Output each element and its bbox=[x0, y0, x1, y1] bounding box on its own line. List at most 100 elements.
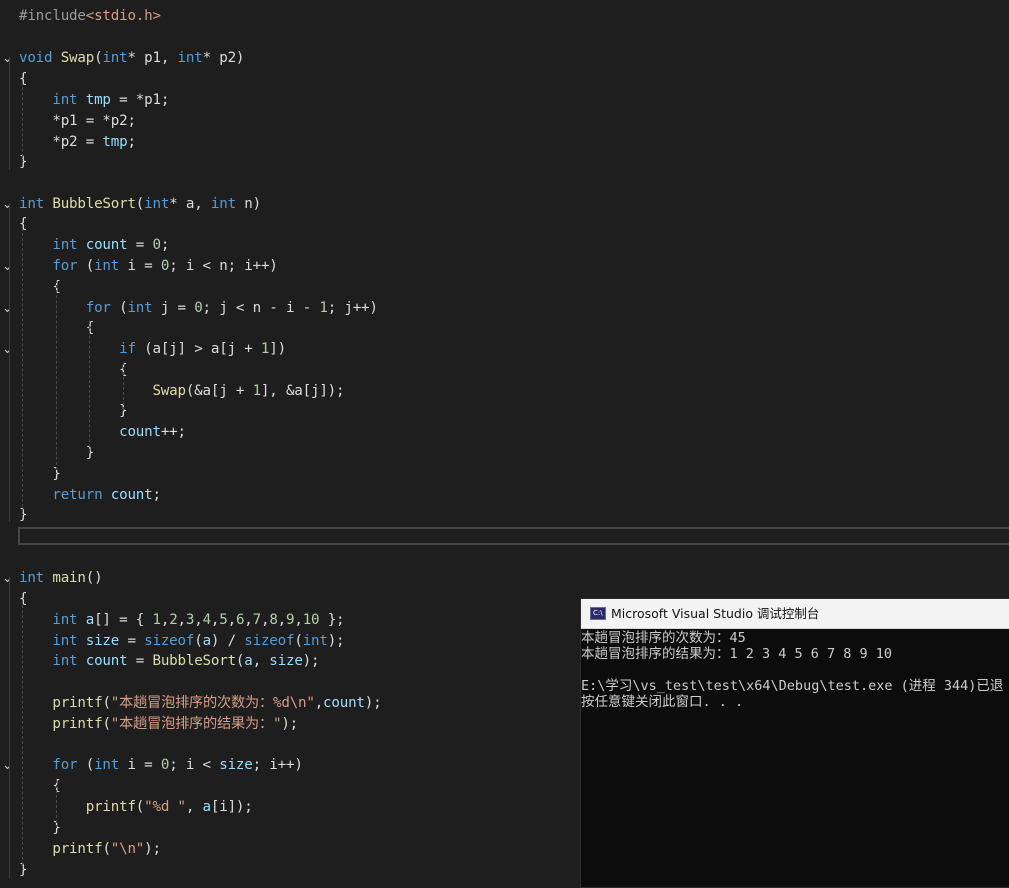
code-line[interactable]: { bbox=[0, 69, 1009, 90]
code-token: printf bbox=[85, 799, 136, 815]
debug-console-window[interactable]: C:\ Microsoft Visual Studio 调试控制台 本趟冒泡排序… bbox=[580, 598, 1009, 888]
code-token: printf bbox=[52, 695, 103, 711]
code-token: } bbox=[19, 154, 28, 170]
code-token: { bbox=[19, 71, 28, 87]
code-line[interactable] bbox=[0, 173, 1009, 194]
code-text: printf("本趟冒泡排序的次数为：%d\n",count); bbox=[19, 693, 381, 714]
code-token: 10 bbox=[302, 612, 320, 628]
code-token: } bbox=[19, 820, 61, 836]
scope-line bbox=[9, 577, 10, 878]
code-token: 1 bbox=[252, 383, 262, 399]
code-token: = bbox=[119, 633, 145, 649]
code-line[interactable] bbox=[0, 27, 1009, 48]
code-line[interactable]: ⌄ if (a[j] > a[j + 1]) bbox=[0, 339, 1009, 360]
code-token: "本趟冒泡排序的结果为：" bbox=[110, 716, 282, 732]
code-token: for bbox=[52, 757, 78, 773]
code-token: , bbox=[194, 612, 203, 628]
code-token: ); bbox=[281, 716, 299, 732]
code-line[interactable]: { bbox=[0, 277, 1009, 298]
code-text: { bbox=[19, 277, 61, 298]
code-token: 0 bbox=[194, 300, 203, 316]
code-token: () bbox=[85, 570, 103, 586]
code-line[interactable]: *p1 = *p2; bbox=[0, 111, 1009, 132]
code-line[interactable]: ⌄ void Swap(int* p1, int* p2) bbox=[0, 48, 1009, 69]
code-line[interactable]: } bbox=[0, 443, 1009, 464]
code-text: } bbox=[19, 401, 128, 422]
code-token: = bbox=[127, 237, 153, 253]
code-text: int count = 0; bbox=[19, 235, 169, 256]
code-token: 1 bbox=[260, 341, 270, 357]
current-line-highlight[interactable] bbox=[18, 527, 1009, 545]
code-token: ++; bbox=[160, 424, 186, 440]
code-token: for bbox=[52, 258, 78, 274]
code-text: int a[] = { 1,2,3,4,5,6,7,8,9,10 }; bbox=[19, 610, 344, 631]
code-line[interactable]: ⌄ for (int j = 0; j < n - i - 1; j++) bbox=[0, 298, 1009, 319]
code-line[interactable]: #include<stdio.h> bbox=[0, 6, 1009, 27]
code-token: } bbox=[19, 403, 128, 419]
code-line[interactable]: } bbox=[0, 505, 1009, 526]
code-token: *p1 = *p2; bbox=[19, 113, 136, 129]
code-text: } bbox=[19, 818, 61, 839]
code-line[interactable]: int tmp = *p1; bbox=[0, 90, 1009, 111]
code-token: [i]); bbox=[210, 799, 253, 815]
code-token: 8 bbox=[269, 612, 278, 628]
code-line[interactable]: } bbox=[0, 152, 1009, 173]
code-line[interactable]: } bbox=[0, 401, 1009, 422]
indent-guide bbox=[89, 321, 90, 452]
code-line[interactable] bbox=[0, 547, 1009, 568]
code-line[interactable]: { bbox=[0, 214, 1009, 235]
code-token: size bbox=[219, 757, 253, 773]
code-text: void Swap(int* p1, int* p2) bbox=[19, 48, 244, 69]
code-line[interactable]: { bbox=[0, 318, 1009, 339]
code-line[interactable]: *p2 = tmp; bbox=[0, 132, 1009, 153]
code-line[interactable]: ⌄ int main() bbox=[0, 568, 1009, 589]
code-token: , bbox=[277, 612, 287, 628]
code-token: int bbox=[19, 196, 45, 212]
code-line[interactable]: } bbox=[0, 464, 1009, 485]
code-line[interactable]: Swap(&a[j + 1], &a[j]); bbox=[0, 381, 1009, 402]
code-token: ); bbox=[144, 841, 161, 857]
code-line[interactable]: ⌄ int BubbleSort(int* a, int n) bbox=[0, 194, 1009, 215]
code-token: 2 bbox=[169, 612, 178, 628]
code-token: int bbox=[302, 633, 328, 649]
code-token: , bbox=[227, 612, 237, 628]
code-token: , bbox=[177, 612, 187, 628]
code-token: int bbox=[144, 196, 170, 212]
code-line[interactable]: ⌄ for (int i = 0; i < n; i++) bbox=[0, 256, 1009, 277]
code-token: 3 bbox=[185, 612, 195, 628]
code-text: *p2 = tmp; bbox=[19, 132, 136, 153]
code-line[interactable]: count++; bbox=[0, 422, 1009, 443]
code-token: ( bbox=[77, 258, 95, 274]
code-token: count bbox=[85, 237, 128, 253]
code-token: int bbox=[210, 196, 236, 212]
code-token: Swap bbox=[60, 50, 95, 66]
code-text: for (int j = 0; j < n - i - 1; j++) bbox=[19, 298, 378, 319]
code-token: ; i < bbox=[169, 757, 220, 773]
code-token: , bbox=[314, 695, 324, 711]
code-line[interactable]: return count; bbox=[0, 485, 1009, 506]
code-text: } bbox=[19, 152, 28, 173]
code-token: i = bbox=[119, 757, 161, 773]
code-token: = *p1; bbox=[110, 92, 170, 108]
code-token: sizeof bbox=[144, 633, 195, 649]
indent-guide bbox=[56, 780, 57, 828]
code-text: } bbox=[19, 860, 28, 881]
code-token: a bbox=[244, 653, 253, 669]
code-line[interactable]: { bbox=[0, 360, 1009, 381]
code-token: 1 bbox=[152, 612, 162, 628]
code-token: ( bbox=[194, 633, 203, 649]
console-titlebar[interactable]: C:\ Microsoft Visual Studio 调试控制台 bbox=[581, 599, 1009, 629]
code-line[interactable]: int count = 0; bbox=[0, 235, 1009, 256]
code-token: (&a[j + bbox=[185, 383, 253, 399]
